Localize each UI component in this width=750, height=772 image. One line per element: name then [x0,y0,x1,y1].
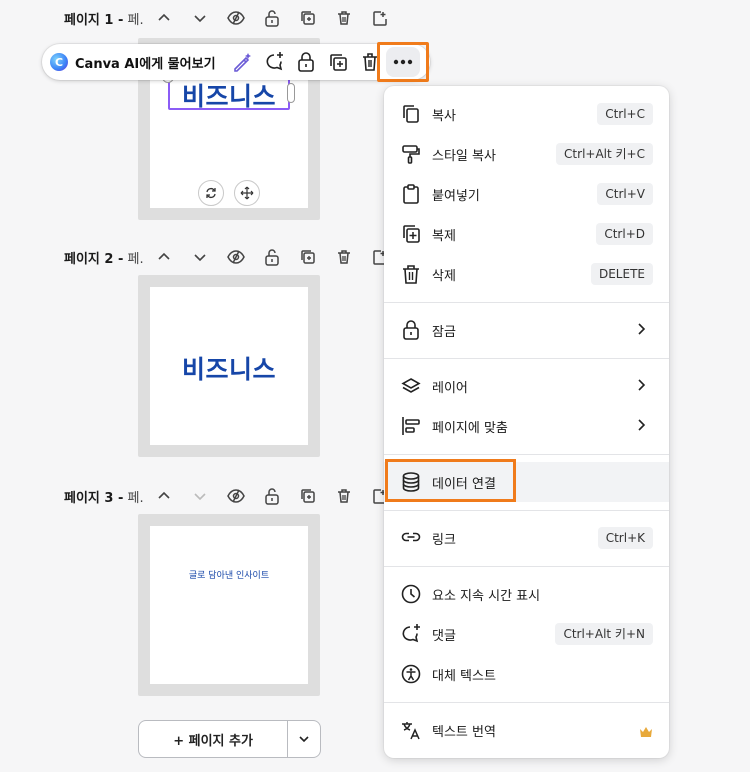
add-page-button[interactable]: + 페이지 추가 [139,721,289,757]
rotate-icon[interactable] [198,180,224,206]
shortcut-badge: Ctrl+C [597,103,653,125]
translate-icon [400,719,422,741]
accessibility-icon [400,663,422,685]
chevron-down-icon [182,486,218,506]
menu-item-lock[interactable]: 잠금 [384,310,669,350]
menu-divider [384,702,669,703]
menu-item-copy-style[interactable]: 스타일 복사 Ctrl+Alt 키+C [384,134,669,174]
unlock-icon[interactable] [254,486,290,506]
chevron-down-icon [299,736,309,743]
lock-icon[interactable] [290,44,322,80]
hide-eye-icon[interactable] [218,247,254,267]
connect-data-highlight [385,459,516,502]
page-2-header: 페이지 2 - 페. [64,247,144,267]
page-3-thumbnail[interactable]: 글로 담아낸 인사이트 [138,514,320,696]
menu-item-duplicate[interactable]: 복제 Ctrl+D [384,214,669,254]
menu-divider [384,358,669,359]
menu-item-alt-text[interactable]: 대체 텍스트 [384,654,669,694]
page-title: 페이지 1 - 페. [64,12,144,28]
shortcut-badge: Ctrl+D [596,223,653,245]
crown-icon [639,723,653,742]
page-2-thumbnail[interactable]: 비즈니스 [138,275,320,457]
menu-item-copy[interactable]: 복사 Ctrl+C [384,94,669,134]
duplicate-page-icon[interactable] [290,486,326,506]
add-comment-icon[interactable] [258,44,290,80]
move-icon[interactable] [234,180,260,206]
menu-divider [384,566,669,567]
page-3-canvas[interactable]: 글로 담아낸 인사이트 [150,526,308,684]
shortcut-badge: DELETE [590,263,653,285]
trash-icon[interactable] [326,247,362,267]
duplicate-page-icon[interactable] [290,8,326,28]
menu-divider [384,510,669,511]
menu-item-translate[interactable]: 텍스트 번역 [384,710,669,750]
trash-icon [400,263,422,285]
element-toolbar: C Canva AI에게 물어보기 [42,44,430,80]
menu-item-show-timing[interactable]: 요소 지속 시간 표시 [384,574,669,614]
add-page-dropdown[interactable] [288,721,320,757]
chevron-up-icon[interactable] [146,486,182,506]
shortcut-badge: Ctrl+Alt 키+C [556,143,653,165]
trash-icon[interactable] [326,486,362,506]
unlock-icon[interactable] [254,8,290,28]
copy-icon [400,103,422,125]
page-1-actions [146,8,398,28]
chevron-down-icon[interactable] [182,8,218,28]
page-title: 페이지 2 - 페. [64,251,144,267]
chevron-up-icon[interactable] [146,247,182,267]
more-dots-icon [393,59,413,65]
hide-eye-icon[interactable] [218,8,254,28]
menu-item-paste[interactable]: 붙여넣기 Ctrl+V [384,174,669,214]
chevron-right-icon [637,321,647,340]
duplicate-icon [400,223,422,245]
link-icon [400,527,422,549]
add-page-control: + 페이지 추가 [138,720,321,758]
ask-canva-ai-label: Canva AI에게 물어보기 [75,56,216,72]
ask-canva-ai-button[interactable]: C Canva AI에게 물어보기 [42,44,216,80]
shortcut-badge: Ctrl+K [597,527,653,549]
menu-item-delete[interactable]: 삭제 DELETE [384,254,669,294]
menu-divider [384,302,669,303]
align-left-icon [400,415,422,437]
clock-icon [400,583,422,605]
shortcut-badge: Ctrl+Alt 키+N [555,623,653,645]
menu-item-layer[interactable]: 레이어 [384,366,669,406]
more-options-highlight [377,42,429,82]
page-title: 페이지 3 - 페. [64,490,144,506]
chevron-down-icon[interactable] [182,247,218,267]
menu-item-align-to-page[interactable]: 페이지에 맞춤 [384,406,669,446]
page-2-canvas[interactable]: 비즈니스 [150,287,308,445]
heading-text: 비즈니스 [181,355,276,384]
page-3-actions [146,486,398,506]
hide-eye-icon[interactable] [218,486,254,506]
duplicate-icon[interactable] [322,44,354,80]
lock-icon [400,319,422,341]
chevron-right-icon [637,417,647,436]
context-menu: 복사 Ctrl+C 스타일 복사 Ctrl+Alt 키+C 붙여넣기 Ctrl+… [384,86,669,758]
canva-ai-logo-icon: C [50,53,68,71]
menu-divider [384,454,669,455]
paint-roller-icon [400,143,422,165]
trash-icon[interactable] [326,8,362,28]
resize-handle[interactable] [287,83,295,103]
add-page-icon[interactable] [362,8,398,28]
page-3-header: 페이지 3 - 페. [64,486,144,506]
heading-text[interactable]: 비즈니스 [182,77,276,113]
menu-item-comment[interactable]: 댓글 Ctrl+Alt 키+N [384,614,669,654]
add-comment-icon [400,623,422,645]
unlock-icon[interactable] [254,247,290,267]
page-2-actions [146,247,398,267]
menu-item-link[interactable]: 링크 Ctrl+K [384,518,669,558]
subtitle-text: 글로 담아낸 인사이트 [188,571,270,581]
layers-icon [400,375,422,397]
chevron-up-icon[interactable] [146,8,182,28]
page-1-header: 페이지 1 - 페. [64,8,144,28]
more-options-button[interactable] [386,47,420,77]
duplicate-page-icon[interactable] [290,247,326,267]
magic-edit-icon[interactable] [226,44,258,80]
shortcut-badge: Ctrl+V [597,183,653,205]
clipboard-icon [400,183,422,205]
chevron-right-icon [637,377,647,396]
